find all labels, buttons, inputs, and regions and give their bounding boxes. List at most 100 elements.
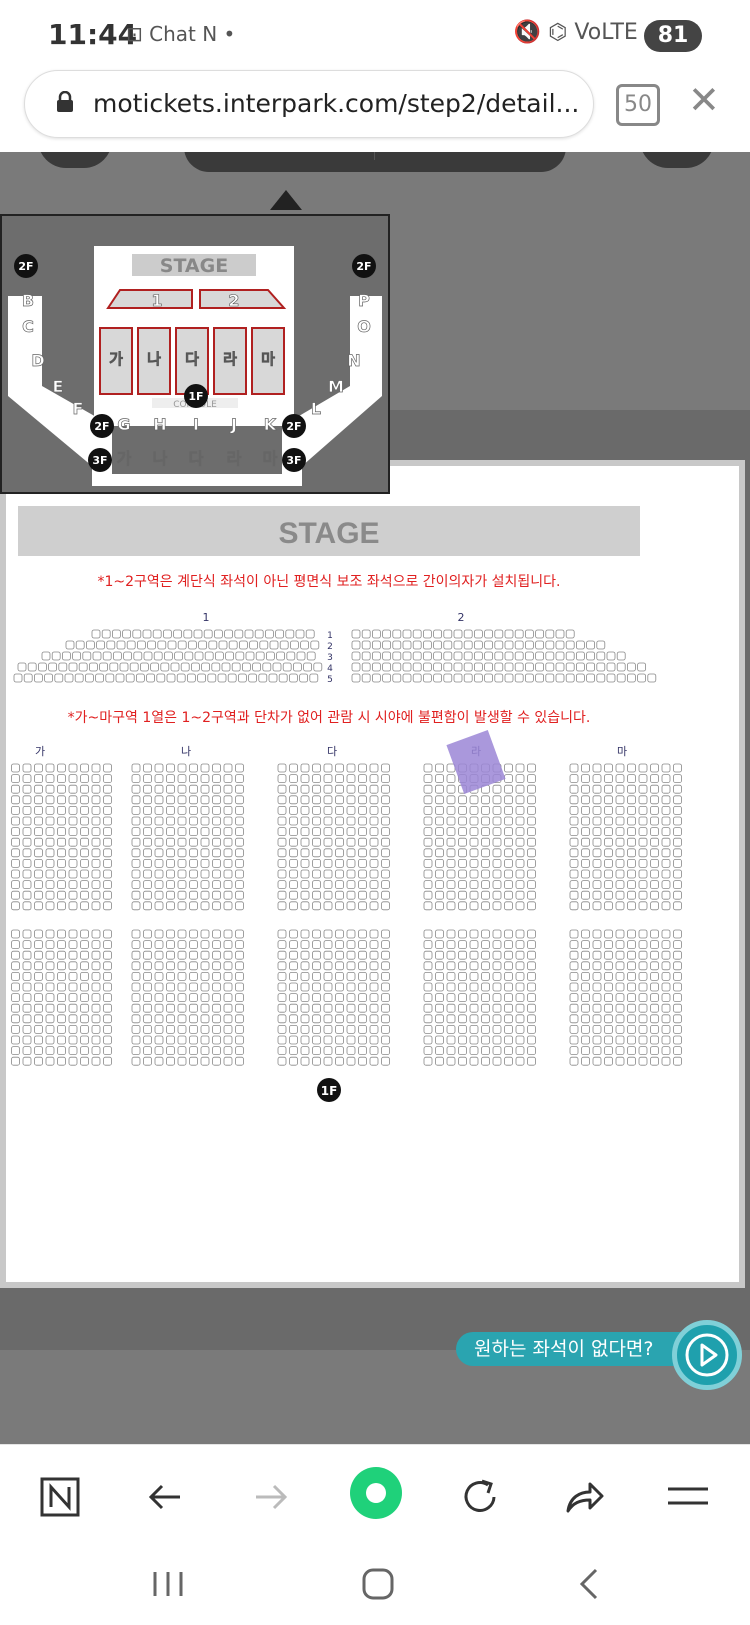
seat[interactable] (22, 816, 32, 826)
seat[interactable] (177, 805, 187, 815)
seat[interactable] (45, 784, 55, 794)
seat[interactable] (515, 816, 525, 826)
minimap-3f-block[interactable]: 가 (116, 449, 132, 469)
seat[interactable] (312, 795, 321, 805)
seat[interactable] (289, 805, 298, 815)
seat[interactable] (289, 858, 298, 868)
seat[interactable] (103, 993, 112, 1002)
seat[interactable] (412, 673, 422, 683)
seat[interactable] (492, 1003, 502, 1013)
seat[interactable] (223, 784, 233, 794)
seat[interactable] (289, 1025, 298, 1034)
seat[interactable] (200, 848, 210, 858)
seat[interactable] (189, 795, 198, 805)
seat[interactable] (200, 1014, 210, 1024)
seat[interactable] (650, 816, 659, 826)
seat[interactable] (592, 1014, 602, 1024)
seat[interactable] (504, 901, 513, 911)
seat[interactable] (166, 1035, 175, 1045)
seat[interactable] (335, 795, 344, 805)
seat[interactable] (80, 993, 89, 1002)
seat[interactable] (627, 1025, 636, 1034)
seat[interactable] (446, 901, 456, 911)
seat[interactable] (200, 1035, 210, 1045)
seat[interactable] (335, 982, 344, 992)
seat[interactable] (435, 869, 444, 879)
seat[interactable] (492, 982, 502, 992)
seat[interactable] (604, 950, 613, 960)
seat[interactable] (569, 1056, 579, 1066)
seat[interactable] (277, 774, 287, 784)
seat[interactable] (57, 774, 66, 784)
seat[interactable] (504, 1003, 513, 1013)
minimap-2f-block[interactable]: G (117, 415, 131, 435)
recent-apps-icon[interactable] (150, 1568, 186, 1600)
seat[interactable] (300, 1035, 310, 1045)
seat[interactable] (300, 993, 310, 1002)
seat[interactable] (335, 1046, 344, 1055)
seat[interactable] (335, 784, 344, 794)
seat[interactable] (525, 651, 534, 661)
seat[interactable] (34, 982, 43, 992)
seat[interactable] (504, 651, 514, 661)
seat[interactable] (504, 1056, 513, 1066)
seat[interactable] (492, 993, 502, 1002)
seat[interactable] (515, 1056, 525, 1066)
seat[interactable] (143, 971, 152, 981)
seat[interactable] (443, 640, 453, 650)
seat[interactable] (275, 629, 285, 639)
seat[interactable] (392, 629, 402, 639)
minimap-left-block[interactable]: C (22, 317, 34, 337)
seat[interactable] (458, 827, 467, 837)
seat[interactable] (323, 1025, 333, 1034)
seat[interactable] (504, 1025, 513, 1034)
seat[interactable] (68, 837, 78, 847)
seat[interactable] (569, 950, 579, 960)
seat[interactable] (469, 869, 479, 879)
seat[interactable] (650, 1035, 659, 1045)
seat[interactable] (492, 971, 502, 981)
seat[interactable] (305, 629, 315, 639)
seat[interactable] (212, 982, 221, 992)
seat[interactable] (581, 929, 590, 939)
seat[interactable] (154, 858, 164, 868)
seat[interactable] (514, 651, 524, 661)
seat[interactable] (177, 961, 187, 971)
seat[interactable] (11, 784, 20, 794)
seat[interactable] (504, 640, 514, 650)
seat[interactable] (200, 827, 210, 837)
seat[interactable] (177, 1035, 187, 1045)
seat[interactable] (258, 673, 268, 683)
seat[interactable] (80, 971, 89, 981)
seat[interactable] (527, 982, 536, 992)
menu-icon[interactable] (666, 1475, 710, 1519)
seat[interactable] (154, 1056, 164, 1066)
seat[interactable] (154, 890, 164, 900)
seat[interactable] (335, 890, 344, 900)
seat[interactable] (381, 880, 390, 890)
seat[interactable] (300, 816, 310, 826)
seat[interactable] (166, 993, 175, 1002)
seat[interactable] (103, 971, 112, 981)
seat[interactable] (381, 784, 390, 794)
seat[interactable] (504, 869, 513, 879)
seat[interactable] (673, 982, 682, 992)
seat[interactable] (34, 880, 43, 890)
seat[interactable] (101, 629, 111, 639)
seat[interactable] (68, 1003, 78, 1013)
seat[interactable] (323, 805, 333, 815)
seat[interactable] (143, 1014, 152, 1024)
seat[interactable] (170, 662, 180, 672)
seat[interactable] (650, 1014, 659, 1024)
seat[interactable] (200, 816, 210, 826)
seat[interactable] (201, 662, 211, 672)
seat[interactable] (68, 993, 78, 1002)
seat[interactable] (638, 795, 648, 805)
seat[interactable] (91, 890, 101, 900)
seat[interactable] (11, 1014, 20, 1024)
seat[interactable] (423, 1056, 433, 1066)
seat[interactable] (369, 880, 379, 890)
seat[interactable] (604, 763, 613, 773)
seat[interactable] (381, 929, 390, 939)
seat[interactable] (57, 950, 66, 960)
